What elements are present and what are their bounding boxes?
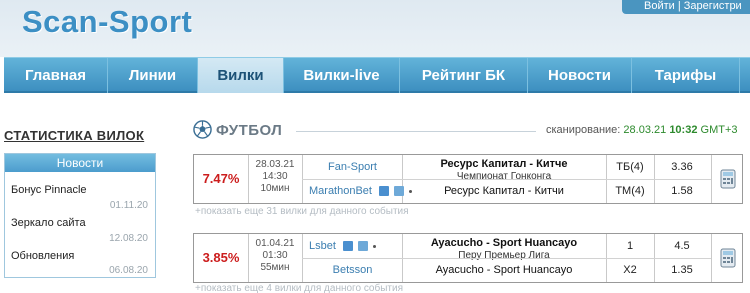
fork-profit-percent: 3.85% [194, 234, 249, 282]
scan-time: 10:32 [669, 124, 698, 136]
calculator-icon [720, 169, 736, 189]
bet-type: X2 [606, 258, 653, 282]
event-name: Ресурс Капитал - Китчи [444, 185, 564, 197]
site-header: Scan-Sport Войти | Зарегистри [0, 0, 750, 57]
news-panel: Новости Бонус Pinnacle 01.11.20 Зеркало … [4, 153, 156, 278]
news-item-title[interactable]: Обновления [11, 250, 74, 262]
fork-card: 7.47% 28.03.21 14:30 10мин Fan-Sport Mar… [193, 154, 743, 204]
bookmaker-link[interactable]: Fan-Sport [302, 155, 403, 179]
fork-datetime: 28.03.21 14:30 10мин [250, 159, 300, 195]
bookmaker-link[interactable]: Betsson [302, 258, 403, 282]
nav-lines[interactable]: Линии [108, 58, 198, 93]
event-name: Ayacucho - Sport Huancayo [430, 237, 578, 249]
bet-odd: 4.5 [654, 234, 709, 258]
bookmaker-link[interactable]: Lsbet [309, 240, 336, 252]
bookmaker-actions [342, 234, 378, 258]
news-panel-title: Новости [5, 154, 155, 172]
event-league: Перу Премьер Лига [458, 250, 550, 261]
copy-icon[interactable] [394, 186, 405, 197]
news-item-title[interactable]: Зеркало сайта [11, 217, 86, 229]
bookmaker-cell: MarathonBet [302, 179, 413, 203]
scan-label: сканирование: [546, 124, 621, 136]
title-divider [296, 131, 536, 132]
event-name: Ресурс Капитал - Китче [440, 158, 568, 170]
show-more-forks-link[interactable]: +показать еще 31 вилки для данного событ… [195, 206, 409, 217]
bet-type: ТМ(4) [606, 179, 653, 203]
nav-news[interactable]: Новости [528, 58, 632, 93]
external-link-icon[interactable] [342, 241, 353, 252]
copy-icon[interactable] [358, 241, 369, 252]
row-divider [302, 179, 711, 180]
calculator-icon [720, 248, 736, 268]
external-link-icon[interactable] [379, 186, 390, 197]
sport-title: ФУТБОЛ [216, 122, 283, 139]
nav-tariffs[interactable]: Тарифы [632, 58, 740, 93]
news-item-date: 06.08.20 [109, 265, 148, 276]
event-league: Чемпионат Гонконга [456, 171, 552, 182]
bookmaker-link[interactable]: MarathonBet [309, 185, 372, 197]
auth-links[interactable]: Войти | Зарегистри [622, 0, 750, 14]
bet-type: ТБ(4) [606, 155, 653, 179]
event-name: Ayacucho - Sport Huancayo [435, 264, 573, 276]
fork-profit-percent: 7.47% [194, 155, 249, 203]
scan-timezone: GMT+3 [700, 124, 738, 136]
fork-duration: 10мин [260, 183, 290, 194]
bet-odd: 1.58 [654, 179, 709, 203]
show-more-forks-link[interactable]: +показать еще 4 вилки для данного событи… [195, 283, 403, 293]
main-nav: Главная Линии Вилки Вилки-live Рейтинг Б… [4, 57, 750, 93]
nav-bk-rating[interactable]: Рейтинг БК [400, 58, 528, 93]
fork-datetime: 01.04.21 01:30 55мин [250, 238, 300, 274]
bookmaker-cell: Lsbet [302, 234, 403, 258]
dot-icon [373, 244, 377, 248]
bet-type: 1 [606, 234, 653, 258]
fork-time: 01:30 [262, 250, 288, 261]
bet-odd: 1.35 [654, 258, 709, 282]
scan-date: 28.03.21 [623, 124, 667, 136]
fork-date: 01.04.21 [255, 238, 295, 249]
nav-forks[interactable]: Вилки [198, 58, 284, 93]
nav-forks-live[interactable]: Вилки-live [284, 58, 400, 93]
scan-status: сканирование: 28.03.21 10:32 GMT+3 [546, 124, 738, 136]
row-divider [302, 258, 711, 259]
fork-card: 3.85% 01.04.21 01:30 55мин Lsbet Betsson… [193, 233, 743, 283]
news-item-date: 01.11.20 [109, 200, 148, 211]
news-item-title[interactable]: Бонус Pinnacle [11, 184, 87, 196]
calculator-button[interactable] [711, 155, 743, 203]
calculator-button[interactable] [711, 234, 743, 282]
nav-home[interactable]: Главная [4, 58, 108, 93]
forks-statistics-link[interactable]: СТАТИСТИКА ВИЛОК [4, 128, 144, 143]
fork-time: 14:30 [262, 171, 288, 182]
bet-odd: 3.36 [654, 155, 709, 179]
site-logo[interactable]: Scan-Sport [22, 4, 192, 40]
fork-duration: 55мин [260, 262, 290, 273]
soccer-ball-icon [193, 120, 212, 139]
news-item-date: 12.08.20 [109, 233, 148, 244]
fork-date: 28.03.21 [255, 159, 295, 170]
